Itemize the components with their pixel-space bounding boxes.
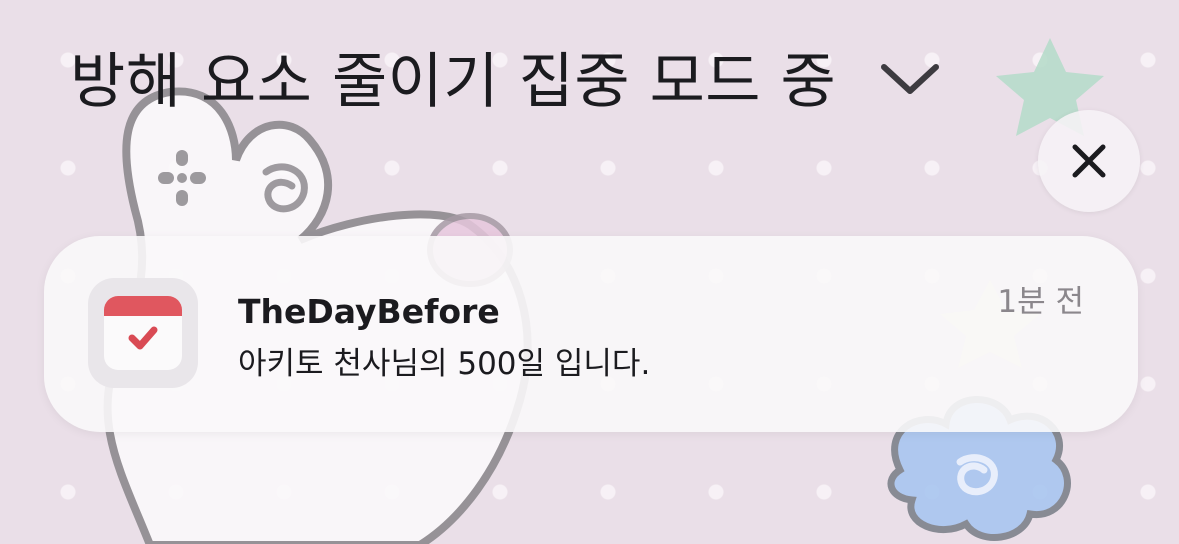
focus-mode-toggle[interactable]: 방해 요소 줄이기 집중 모드 중 xyxy=(70,26,942,126)
calendar-check-icon xyxy=(104,296,182,370)
close-button[interactable] xyxy=(1038,110,1140,212)
chevron-down-icon xyxy=(881,64,940,94)
notification-timestamp: 1분 전 xyxy=(997,284,1084,320)
app-icon xyxy=(88,278,198,388)
close-icon xyxy=(1072,144,1106,178)
notification-app-name: TheDayBefore xyxy=(238,292,500,331)
notification-message: 아키토 천사님의 500일 입니다. xyxy=(238,346,651,382)
notification-card[interactable]: TheDayBefore 아키토 천사님의 500일 입니다. 1분 전 xyxy=(44,236,1138,432)
focus-mode-title: 방해 요소 줄이기 집중 모드 중 xyxy=(70,46,837,117)
